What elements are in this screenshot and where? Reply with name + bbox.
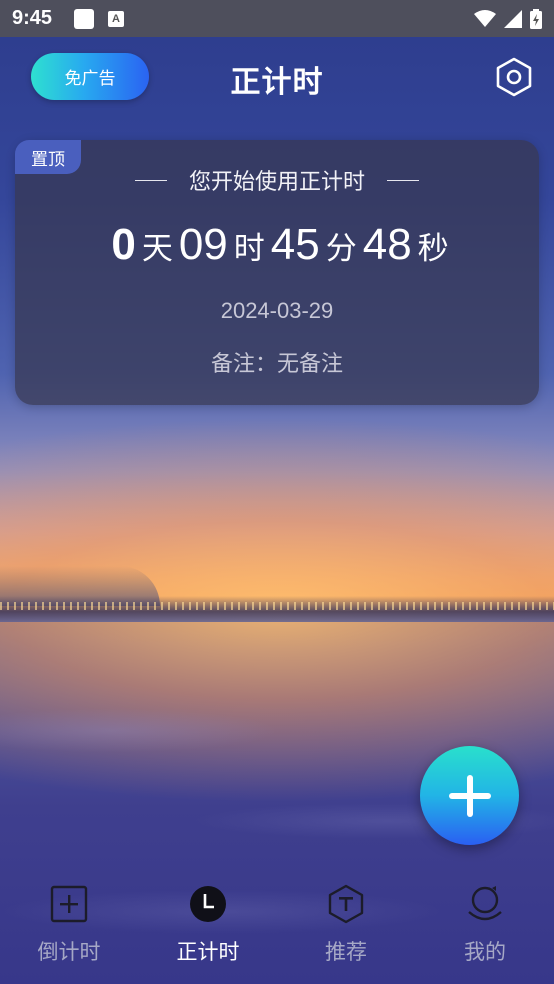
- bottom-tab-bar: 倒计时 正计时 推荐 我的: [0, 880, 554, 984]
- hours-unit: 时: [233, 231, 265, 267]
- tab-profile[interactable]: 我的: [425, 880, 545, 966]
- start-date: 2024-03-29: [220, 298, 334, 323]
- status-time: 9:45: [12, 7, 53, 29]
- settings-hexagon-icon[interactable]: [494, 57, 534, 97]
- timer-subtitle: 您开始使用正计时: [188, 170, 365, 195]
- signal-icon: [504, 9, 522, 28]
- elapsed-counter: 0 天 09 时 45 分 48 秒: [15, 220, 539, 270]
- subtitle-dash-left: [134, 179, 167, 181]
- seconds-value: 48: [362, 220, 412, 269]
- square-plus-icon: [50, 885, 88, 923]
- wifi-icon: [474, 9, 496, 27]
- page-title: 正计时: [230, 65, 324, 100]
- minutes-value: 45: [270, 220, 320, 269]
- hours-value: 09: [178, 220, 228, 269]
- status-bar: 9:45 A: [0, 0, 554, 37]
- tab-countdown[interactable]: 倒计时: [9, 880, 129, 966]
- days-unit: 天: [141, 231, 173, 267]
- tab-countup[interactable]: 正计时: [148, 880, 268, 966]
- subtitle-dash-right: [387, 179, 419, 181]
- tab-countup-label: 正计时: [176, 940, 240, 964]
- add-timer-button[interactable]: [420, 746, 519, 845]
- clock-icon: [190, 886, 226, 922]
- tab-recommend-label: 推荐: [325, 940, 367, 964]
- timer-note: 备注：无备注: [210, 352, 343, 377]
- tab-recommend[interactable]: 推荐: [286, 880, 406, 966]
- seconds-unit: 秒: [417, 231, 449, 267]
- plus-icon: [448, 774, 491, 817]
- battery-icon: [530, 8, 542, 29]
- a-notification-icon: A: [108, 10, 125, 27]
- notification-square-icon: [74, 8, 95, 29]
- minutes-unit: 分: [325, 231, 357, 267]
- background-city-lights: [0, 602, 554, 610]
- hexagon-t-icon: [328, 884, 364, 924]
- timer-card[interactable]: 置顶 您开始使用正计时 0 天 09 时 45 分 48 秒 2024-03-2…: [15, 140, 539, 405]
- app-header: 免广告 正计时: [0, 52, 554, 102]
- tab-countdown-label: 倒计时: [37, 940, 101, 964]
- user-icon: [468, 886, 502, 921]
- tab-profile-label: 我的: [464, 940, 506, 964]
- days-value: 0: [111, 220, 136, 269]
- timer-subtitle-row: 您开始使用正计时: [15, 164, 539, 196]
